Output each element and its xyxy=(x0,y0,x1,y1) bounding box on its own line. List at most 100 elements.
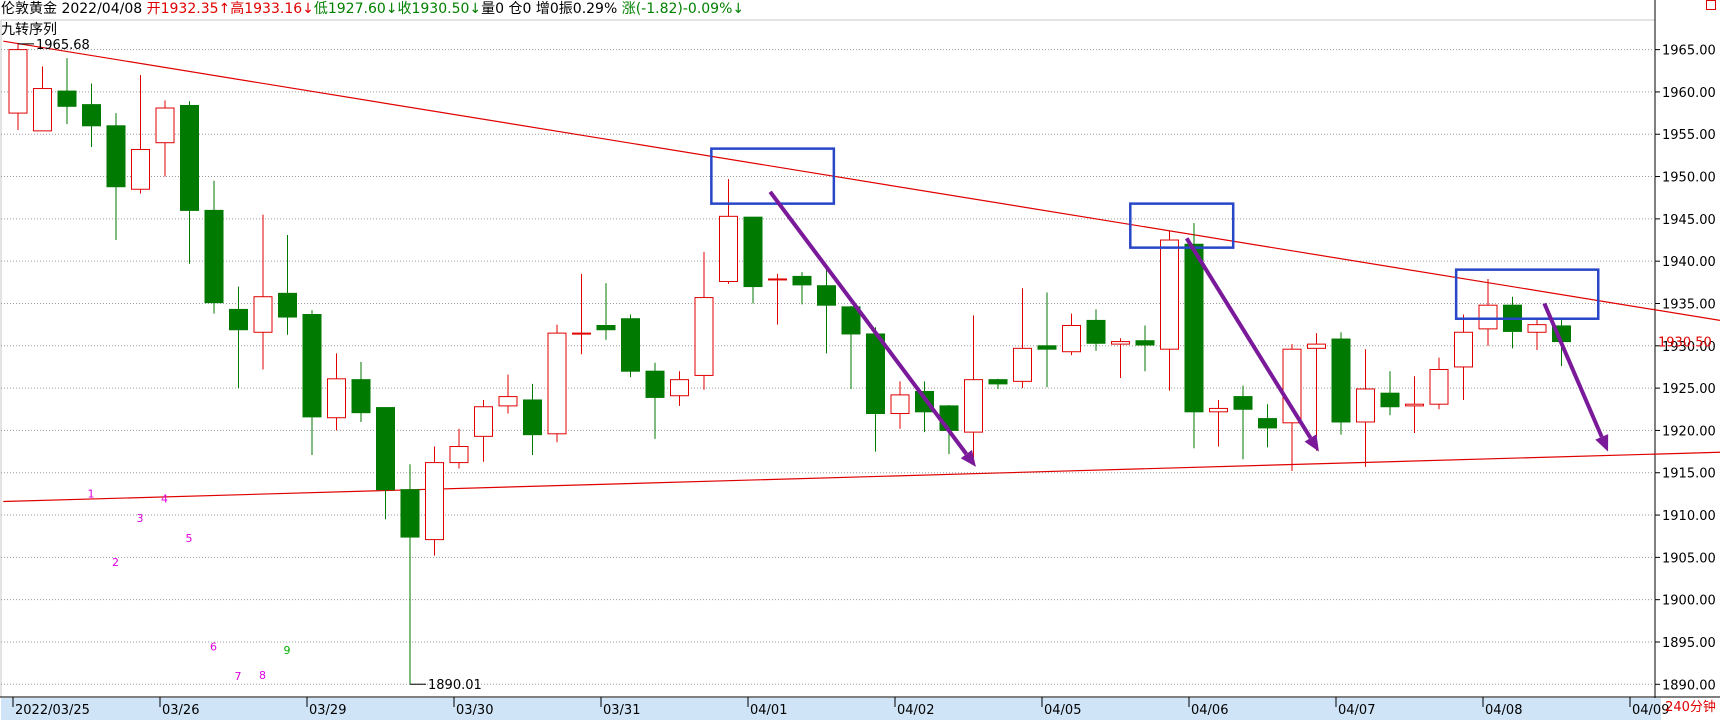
sequence-mark: 4 xyxy=(161,492,168,505)
candle-body xyxy=(1233,396,1253,410)
x-tick-label: 04/08 xyxy=(1485,703,1522,718)
candle-body xyxy=(1454,331,1473,368)
candle-body xyxy=(1086,319,1106,344)
candle-body xyxy=(939,405,959,431)
x-tick-label: 03/29 xyxy=(309,703,346,718)
candle-body xyxy=(1209,407,1228,413)
candle-body xyxy=(792,275,812,286)
candle-body xyxy=(1356,388,1375,423)
x-tick-label: 2022/03/25 xyxy=(15,703,90,718)
trend-line-support xyxy=(3,451,1720,503)
candle-body xyxy=(1380,392,1400,408)
candle-body xyxy=(57,90,77,107)
x-tick-label: 03/30 xyxy=(456,703,493,718)
highlight-box xyxy=(1129,202,1235,249)
candle-body xyxy=(1062,324,1081,353)
candle-body xyxy=(1160,239,1179,350)
y-tick-label: 1905.00 xyxy=(1662,551,1716,566)
candle-body xyxy=(621,318,640,372)
candle-body xyxy=(964,379,983,433)
candle-body xyxy=(400,489,420,538)
candle-body xyxy=(327,378,346,419)
candle-body xyxy=(988,379,1008,385)
candle-body xyxy=(302,313,322,418)
y-tick-label: 1965.00 xyxy=(1662,44,1716,59)
candle-body xyxy=(1429,369,1449,405)
candle-body xyxy=(253,296,273,333)
candle-body xyxy=(890,394,910,415)
candle-body xyxy=(106,125,126,188)
candle-body xyxy=(425,462,444,541)
candle-body xyxy=(572,332,591,335)
candle-body xyxy=(82,104,101,127)
candle-body xyxy=(694,297,714,376)
candle-body xyxy=(1331,338,1351,423)
candle-body xyxy=(1184,243,1204,413)
sequence-mark: 5 xyxy=(186,532,193,545)
plot-frame xyxy=(0,19,1656,698)
sequence-mark: 6 xyxy=(210,640,217,653)
y-tick-label: 1925.00 xyxy=(1662,382,1716,397)
candle-body xyxy=(670,379,689,397)
candle-body xyxy=(523,399,542,436)
x-tick-label: 03/31 xyxy=(603,703,640,718)
y-tick-label: 1900.00 xyxy=(1662,594,1716,609)
candle-body xyxy=(1527,324,1547,333)
candle-body xyxy=(204,209,224,304)
candle-body xyxy=(474,406,493,437)
x-tick-label: 04/05 xyxy=(1044,703,1081,718)
y-tick-label: 1960.00 xyxy=(1662,86,1716,101)
candle-body xyxy=(1307,343,1326,349)
candle-body xyxy=(8,49,28,114)
sequence-mark: 7 xyxy=(235,670,242,683)
x-tick-label: 03/26 xyxy=(162,703,199,718)
x-tick-label: 04/02 xyxy=(897,703,934,718)
extreme-label: 1965.68 xyxy=(36,38,90,53)
candle-body xyxy=(1111,341,1130,345)
sequence-mark: 2 xyxy=(112,556,119,569)
candle-body xyxy=(866,333,885,415)
y-tick-label: 1890.00 xyxy=(1662,678,1716,693)
candle-body xyxy=(351,379,371,414)
candle-body xyxy=(498,396,518,407)
y-tick-label: 1910.00 xyxy=(1662,509,1716,524)
candle-body xyxy=(131,148,150,190)
candle-body xyxy=(376,407,395,491)
candle-body xyxy=(449,446,469,464)
y-tick-label: 1940.00 xyxy=(1662,255,1716,270)
trend-arrow xyxy=(1542,302,1604,438)
trend-arrow xyxy=(768,190,968,456)
x-tick-label: 04/07 xyxy=(1338,703,1375,718)
candle-body xyxy=(645,370,665,398)
candlestick-chart[interactable]: 1890.00 1895.00 1900.00 1905.00 1910.00 1915.… xyxy=(0,0,1720,720)
sequence-mark: 8 xyxy=(259,669,266,682)
y-tick-label: 1950.00 xyxy=(1662,171,1716,186)
sequence-mark: 3 xyxy=(137,512,144,525)
candle-body xyxy=(1405,403,1424,407)
sequence-mark: 1 xyxy=(88,487,95,500)
y-tick-label: 1915.00 xyxy=(1662,467,1716,482)
candle-body xyxy=(596,324,616,331)
y-tick-label: 1920.00 xyxy=(1662,424,1716,439)
sequence-mark: 9 xyxy=(284,644,291,657)
y-tick-label: 1955.00 xyxy=(1662,128,1716,143)
x-tick-label: 04/01 xyxy=(750,703,787,718)
period-selector[interactable]: 240分钟 xyxy=(1662,697,1719,719)
x-tick-label: 04/06 xyxy=(1191,703,1228,718)
candle-body xyxy=(180,104,199,211)
highlight-box xyxy=(1454,268,1600,320)
candle-body xyxy=(743,216,763,288)
candle-body xyxy=(278,292,297,318)
candle-body xyxy=(1037,345,1057,350)
extreme-label: 1890.01 xyxy=(428,678,482,693)
y-tick-label: 1935.00 xyxy=(1662,297,1716,312)
y-tick-label: 1945.00 xyxy=(1662,213,1716,228)
current-price-label: 1930.50 xyxy=(1658,336,1712,351)
candle-body xyxy=(1478,304,1498,330)
candle-body xyxy=(1258,418,1277,429)
candle-body xyxy=(1013,347,1032,382)
trend-line-resistance xyxy=(3,40,1720,321)
candle-body xyxy=(229,308,248,331)
candle-body xyxy=(155,107,175,144)
time-axis-band xyxy=(1,698,1661,720)
